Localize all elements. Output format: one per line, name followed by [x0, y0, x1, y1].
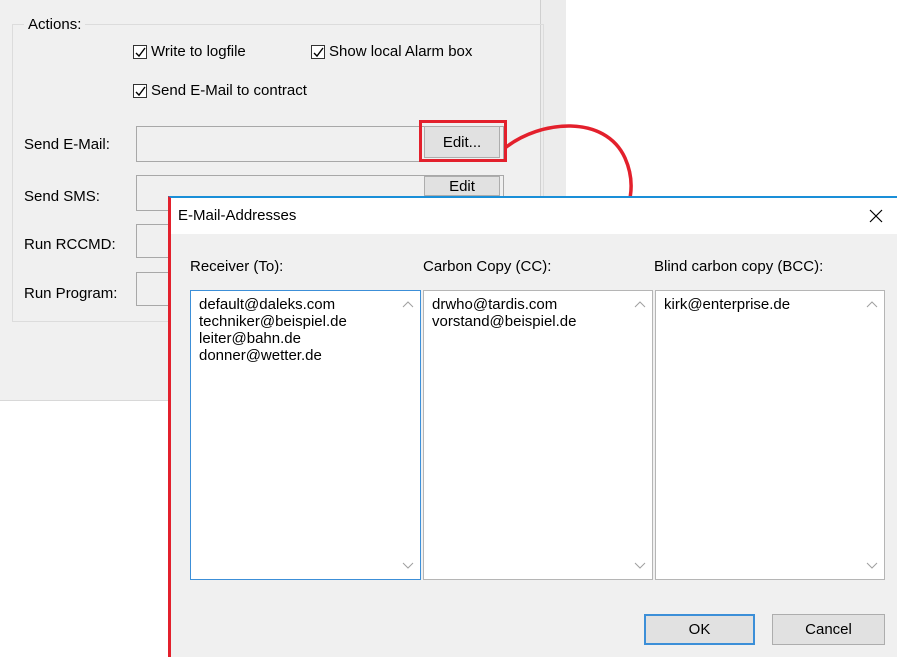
- scroll-down-icon[interactable]: [402, 561, 414, 571]
- scroll-up-icon[interactable]: [634, 299, 646, 309]
- email-addresses-dialog: E-Mail-Addresses Receiver (To): Carbon C…: [168, 196, 897, 657]
- checkbox-send-email-contract[interactable]: Send E-Mail to contract: [133, 82, 307, 99]
- ok-button[interactable]: OK: [644, 614, 755, 645]
- send-sms-edit-button[interactable]: Edit: [424, 176, 500, 196]
- list-item[interactable]: donner@wetter.de: [199, 347, 347, 364]
- list-item[interactable]: techniker@beispiel.de: [199, 313, 347, 330]
- close-icon[interactable]: [861, 202, 891, 230]
- list-item[interactable]: leiter@bahn.de: [199, 330, 347, 347]
- list-item[interactable]: kirk@enterprise.de: [664, 296, 790, 313]
- checkbox-show-alarm-box[interactable]: Show local Alarm box: [311, 43, 472, 60]
- dialog-title: E-Mail-Addresses: [178, 207, 297, 224]
- scroll-down-icon[interactable]: [866, 561, 878, 571]
- checkbox-label: Write to logfile: [151, 43, 246, 60]
- receiver-list[interactable]: default@daleks.com techniker@beispiel.de…: [190, 290, 421, 580]
- cancel-button[interactable]: Cancel: [772, 614, 885, 645]
- edit-button-highlight: [419, 120, 507, 162]
- list-item[interactable]: drwho@tardis.com: [432, 296, 576, 313]
- actions-group-label: Actions:: [24, 16, 86, 33]
- bcc-list[interactable]: kirk@enterprise.de: [655, 290, 885, 580]
- checkbox-checked-icon: [133, 83, 147, 98]
- send-sms-label: Send SMS:: [24, 188, 100, 205]
- cc-list[interactable]: drwho@tardis.com vorstand@beispiel.de: [423, 290, 653, 580]
- checkbox-write-logfile[interactable]: Write to logfile: [133, 43, 246, 60]
- run-program-label: Run Program:: [24, 285, 118, 302]
- scroll-up-icon[interactable]: [402, 299, 414, 309]
- bcc-label: Blind carbon copy (BCC):: [654, 258, 824, 275]
- checkbox-checked-icon: [133, 44, 147, 59]
- list-item[interactable]: vorstand@beispiel.de: [432, 313, 576, 330]
- cc-label: Carbon Copy (CC):: [423, 258, 552, 275]
- receiver-label: Receiver (To):: [190, 258, 284, 275]
- scroll-up-icon[interactable]: [866, 299, 878, 309]
- dialog-title-bar: E-Mail-Addresses: [171, 198, 897, 234]
- checkbox-label: Show local Alarm box: [329, 43, 473, 60]
- send-email-label: Send E-Mail:: [24, 136, 110, 153]
- scroll-down-icon[interactable]: [634, 561, 646, 571]
- list-item[interactable]: default@daleks.com: [199, 296, 347, 313]
- checkbox-checked-icon: [311, 44, 325, 59]
- run-rccmd-label: Run RCCMD:: [24, 236, 116, 253]
- checkbox-label: Send E-Mail to contract: [151, 82, 307, 99]
